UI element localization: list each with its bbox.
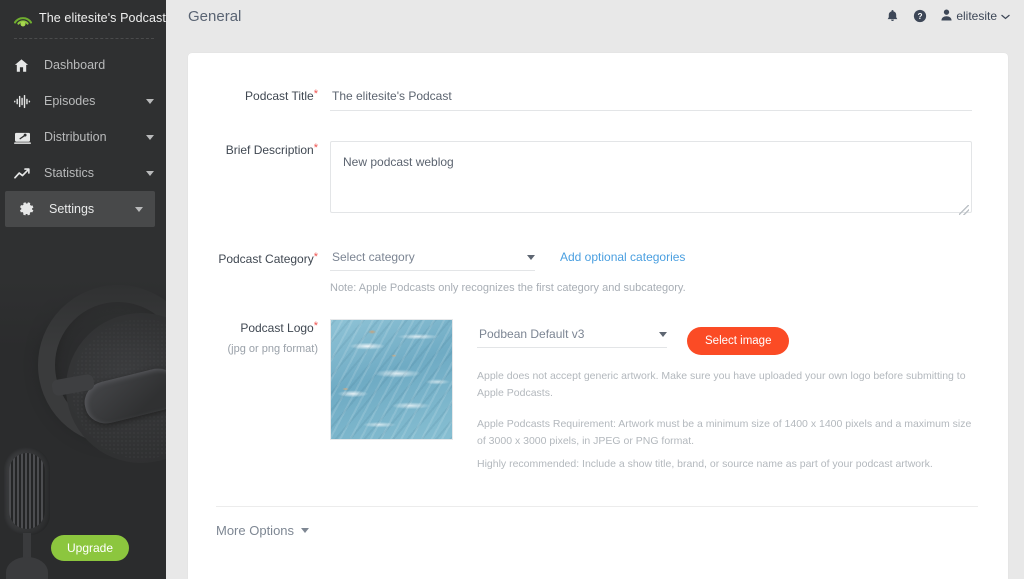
art-fade-overlay <box>0 279 166 349</box>
microphone-base <box>6 557 48 579</box>
required-asterisk: * <box>314 320 318 332</box>
field-row-podcast-logo: Podcast Logo* (jpg or png format) Podbea… <box>188 319 1008 474</box>
chevron-down-icon <box>146 135 154 140</box>
logo-help-text-3: Highly recommended: Include a show title… <box>477 456 972 473</box>
select-image-button[interactable]: Select image <box>687 327 789 355</box>
podcast-title-field-wrap <box>330 87 1008 111</box>
brief-description-textarea[interactable]: New podcast weblog <box>330 141 972 213</box>
sidebar-item-label: Settings <box>49 202 135 216</box>
chevron-down-icon <box>135 207 143 212</box>
podcast-title-label-wrap: Podcast Title* <box>188 87 330 111</box>
podcast-title-label: Podcast Title <box>245 89 314 103</box>
sidebar-item-label: Episodes <box>44 94 146 108</box>
field-row-brief-description: Brief Description* New podcast weblog <box>188 141 1008 218</box>
audio-waveform-icon <box>14 92 36 110</box>
chevron-down-icon <box>146 171 154 176</box>
sidebar-item-label: Distribution <box>44 130 146 144</box>
user-icon <box>941 9 952 24</box>
bell-icon[interactable] <box>886 9 899 23</box>
sidebar-item-distribution[interactable]: Distribution <box>0 119 166 155</box>
podcast-logo-thumbnail[interactable] <box>330 319 453 440</box>
sidebar-background-art <box>0 279 166 579</box>
sidebar-item-episodes[interactable]: Episodes <box>0 83 166 119</box>
podcast-logo-label: Podcast Logo <box>240 321 313 335</box>
sidebar-brand[interactable]: The elitesite's Podcast <box>0 4 166 32</box>
svg-text:?: ? <box>918 11 923 21</box>
chevron-down-icon <box>1001 9 1010 23</box>
required-asterisk: * <box>314 142 318 154</box>
podcast-logo-select[interactable]: Podbean Default v3 <box>477 327 667 348</box>
podcast-category-label: Podcast Category <box>218 252 313 266</box>
podcast-title-input[interactable] <box>330 89 972 111</box>
brief-description-field-wrap: New podcast weblog <box>330 141 1008 218</box>
add-optional-categories-link[interactable]: Add optional categories <box>560 250 685 264</box>
more-options-label: More Options <box>216 523 294 538</box>
podcast-category-selected-value: Select category <box>332 250 527 264</box>
sidebar-divider <box>14 38 154 39</box>
broadcast-icon <box>14 128 36 146</box>
more-options-toggle[interactable]: More Options <box>216 523 309 538</box>
brief-description-label-wrap: Brief Description* <box>188 141 330 218</box>
sidebar-item-settings[interactable]: Settings <box>5 191 155 227</box>
field-row-podcast-title: Podcast Title* <box>188 87 1008 111</box>
sidebar-item-label: Dashboard <box>44 58 154 72</box>
sidebar-item-statistics[interactable]: Statistics <box>0 155 166 191</box>
trending-up-icon <box>14 164 36 182</box>
help-circle-icon[interactable]: ? <box>913 9 927 23</box>
podcast-category-field-wrap: Select category Add optional categories … <box>330 250 1008 294</box>
chevron-down-icon <box>146 99 154 104</box>
upgrade-button[interactable]: Upgrade <box>51 535 129 561</box>
user-name: elitesite <box>956 9 997 23</box>
user-account-menu[interactable]: elitesite <box>941 9 1010 24</box>
section-divider <box>216 506 978 507</box>
settings-card: Podcast Title* Brief Description* New po… <box>188 53 1008 579</box>
microphone-neck <box>23 533 31 559</box>
app-window: The elitesite's Podcast Dashboard <box>0 0 1024 579</box>
podcast-category-label-wrap: Podcast Category* <box>188 250 330 294</box>
sidebar-brand-title: The elitesite's Podcast <box>39 11 166 25</box>
microphone-grill <box>9 453 45 529</box>
logo-help-text-2: Apple Podcasts Requirement: Artwork must… <box>477 416 972 451</box>
podcast-logo-label-wrap: Podcast Logo* (jpg or png format) <box>188 319 330 474</box>
sidebar-item-label: Statistics <box>44 166 146 180</box>
logo-select-row: Podbean Default v3 Select image <box>477 327 972 355</box>
required-asterisk: * <box>314 88 318 100</box>
brief-description-label: Brief Description <box>226 143 314 157</box>
topbar: General ? <box>166 0 1024 32</box>
home-icon <box>14 56 36 74</box>
sidebar-nav: Dashboard Episodes <box>0 47 166 227</box>
general-settings-form: Podcast Title* Brief Description* New po… <box>188 53 1008 579</box>
podcast-logo-selected-value: Podbean Default v3 <box>479 327 659 341</box>
page-title: General <box>188 8 886 25</box>
podcast-category-note: Note: Apple Podcasts only recognizes the… <box>330 282 972 294</box>
required-asterisk: * <box>314 251 318 263</box>
microphone-graphic <box>4 429 54 579</box>
sidebar-item-dashboard[interactable]: Dashboard <box>0 47 166 83</box>
gear-icon <box>19 200 41 218</box>
logo-help-text-1: Apple does not accept generic artwork. M… <box>477 368 972 403</box>
podcast-logo-controls: Podbean Default v3 Select image Apple do… <box>477 319 972 474</box>
podcast-logo-field-wrap: Podbean Default v3 Select image Apple do… <box>330 319 1008 474</box>
podcast-wave-icon <box>12 9 34 27</box>
chevron-down-icon <box>527 255 535 260</box>
topbar-actions: ? elitesite <box>886 9 1010 24</box>
podcast-category-select[interactable]: Select category <box>330 250 535 271</box>
chevron-down-icon <box>301 528 309 533</box>
microphone-head <box>4 447 50 535</box>
field-row-podcast-category: Podcast Category* Select category Add op… <box>188 250 1008 294</box>
podcast-logo-format-hint: (jpg or png format) <box>188 343 318 355</box>
main-area: General ? <box>166 0 1024 579</box>
chevron-down-icon <box>659 332 667 337</box>
sidebar: The elitesite's Podcast Dashboard <box>0 0 166 579</box>
